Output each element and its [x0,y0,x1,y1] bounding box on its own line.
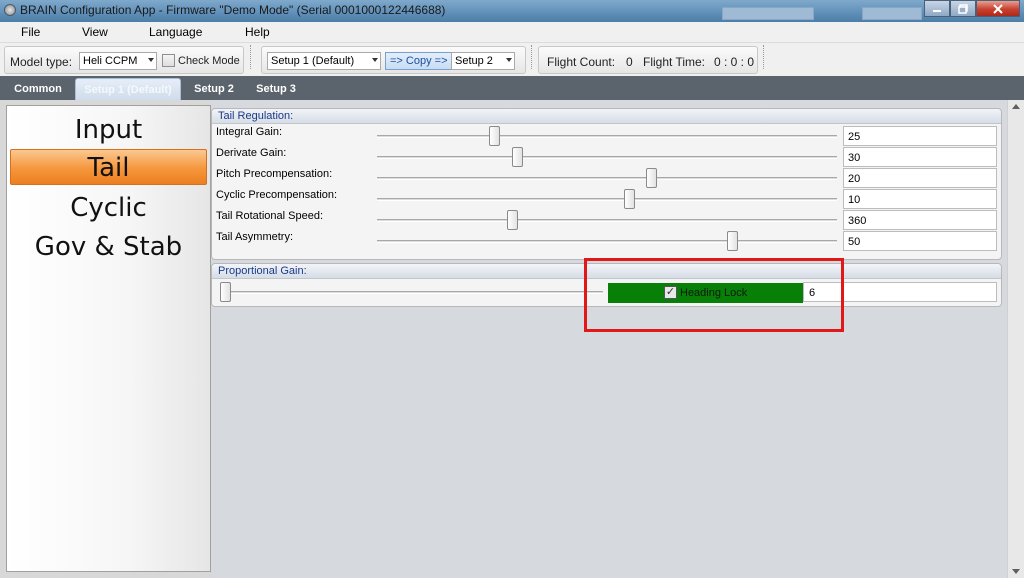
tail-param-slider-thumb[interactable] [623,189,635,209]
tail-param-label: Tail Rotational Speed: [216,210,324,222]
tail-param-slider-thumb[interactable] [489,126,501,146]
menu-language[interactable]: Language [149,25,202,39]
chevron-down-icon [148,58,154,62]
tail-param-label: Tail Asymmetry: [216,231,294,243]
flight-count-value: 0 [626,55,633,69]
tail-regulation-group: Tail Regulation: Integral Gain: 25 Derivat… [211,108,1002,260]
chevron-down-icon [372,58,378,62]
tail-param-slider-track[interactable] [377,156,837,159]
scroll-down-icon[interactable] [1012,569,1020,574]
tail-param-slider-track[interactable] [377,177,837,180]
model-group: Model type: Heli CCPM Check Mode [4,46,244,74]
taskbar-blur [862,7,922,20]
tail-param-row: Cyclic Precompensation: 10 [212,189,1003,210]
setup-to-value: Setup 2 [455,55,493,67]
section-nav: Input Tail Cyclic Gov & Stab [6,105,211,572]
close-icon [993,3,1003,14]
tab-setup-1[interactable]: Setup 1 (Default) [75,78,181,100]
window-controls [924,0,1020,18]
tab-bar: Common Setup 1 (Default) Setup 2 Setup 3 [0,76,1024,100]
check-mode-checkbox[interactable] [162,54,175,67]
tail-param-value[interactable]: 360 [843,210,997,230]
flight-time-value: 0 : 0 : 0 [714,55,755,69]
tail-param-row: Derivate Gain: 30 [212,147,1003,168]
minimize-icon [933,9,941,12]
annotation-highlight [584,258,844,332]
tail-param-slider-track[interactable] [377,219,837,222]
tail-param-slider-thumb[interactable] [727,231,739,251]
tail-param-row: Pitch Precompensation: 20 [212,168,1003,189]
proportional-gain-title: Proportional Gain: [218,265,307,277]
tail-param-row: Integral Gain: 25 [212,126,1003,147]
close-button[interactable] [976,0,1020,17]
flight-info-group: Flight Count: 0 Flight Time: 0 : 0 : 0 [538,46,758,74]
toolbar: Model type: Heli CCPM Check Mode Setup 1… [0,43,1024,76]
tail-param-slider-thumb[interactable] [511,147,523,167]
tail-param-row: Tail Rotational Speed: 360 [212,210,1003,231]
chevron-down-icon [506,58,512,62]
window-title: BRAIN Configuration App - Firmware "Demo… [20,3,446,17]
group-header: Tail Regulation: [212,109,1001,124]
tail-param-label: Derivate Gain: [216,147,287,159]
tail-param-label: Pitch Precompensation: [216,168,333,180]
model-type-value: Heli CCPM [83,55,138,67]
toolbar-grip[interactable] [531,45,535,69]
menu-view[interactable]: View [82,25,108,39]
minimize-button[interactable] [924,0,950,17]
taskbar-blur [722,7,814,20]
flight-time-label: Flight Time: [643,55,706,69]
tab-setup-3[interactable]: Setup 3 [247,78,305,100]
tail-param-value[interactable]: 10 [843,189,997,209]
app-icon [4,4,16,16]
tail-param-slider-thumb[interactable] [646,168,658,188]
tail-regulation-title: Tail Regulation: [218,110,294,122]
main-content: Input Tail Cyclic Gov & Stab Tail Regula… [0,100,1024,578]
tail-param-value[interactable]: 30 [843,147,997,167]
vertical-scrollbar[interactable] [1007,100,1024,578]
menu-help[interactable]: Help [245,25,270,39]
toolbar-grip[interactable] [250,45,254,69]
settings-area: Tail Regulation: Integral Gain: 25 Derivat… [211,100,1007,578]
proportional-gain-slider-track[interactable] [220,291,603,294]
tail-param-label: Cyclic Precompensation: [216,189,338,201]
proportional-gain-slider-thumb[interactable] [220,282,231,302]
tab-common[interactable]: Common [4,78,72,100]
restore-icon [958,3,968,14]
tail-param-row: Tail Asymmetry: 50 [212,231,1003,252]
scroll-up-icon[interactable] [1012,104,1020,109]
toolbar-grip[interactable] [763,45,767,69]
model-type-label: Model type: [10,55,73,69]
nav-item-input[interactable]: Input [10,112,207,148]
setup-to-select[interactable]: Setup 2 [451,52,515,70]
tail-param-value[interactable]: 50 [843,231,997,251]
copy-button[interactable]: => Copy => [385,52,453,70]
maximize-button[interactable] [950,0,976,17]
tab-setup-2[interactable]: Setup 2 [184,78,244,100]
nav-item-cyclic[interactable]: Cyclic [10,190,207,226]
title-bar: BRAIN Configuration App - Firmware "Demo… [0,0,1024,22]
tail-param-slider-thumb[interactable] [507,210,519,230]
nav-item-tail[interactable]: Tail [10,149,207,185]
menu-bar: File View Language Help [0,22,1024,43]
setup-from-select[interactable]: Setup 1 (Default) [267,52,381,70]
check-mode-label: Check Mode [178,55,240,67]
tail-param-slider-track[interactable] [377,198,837,201]
setup-from-value: Setup 1 (Default) [271,55,355,67]
menu-file[interactable]: File [21,25,40,39]
copy-group: Setup 1 (Default) => Copy => Setup 2 [261,46,526,74]
model-type-select[interactable]: Heli CCPM [79,52,157,70]
nav-item-gov-stab[interactable]: Gov & Stab [10,229,207,265]
tail-param-slider-track[interactable] [377,135,837,138]
tail-param-slider-track[interactable] [377,240,837,243]
tail-param-label: Integral Gain: [216,126,283,138]
flight-count-label: Flight Count: [547,55,616,69]
tail-param-value[interactable]: 20 [843,168,997,188]
tail-param-value[interactable]: 25 [843,126,997,146]
